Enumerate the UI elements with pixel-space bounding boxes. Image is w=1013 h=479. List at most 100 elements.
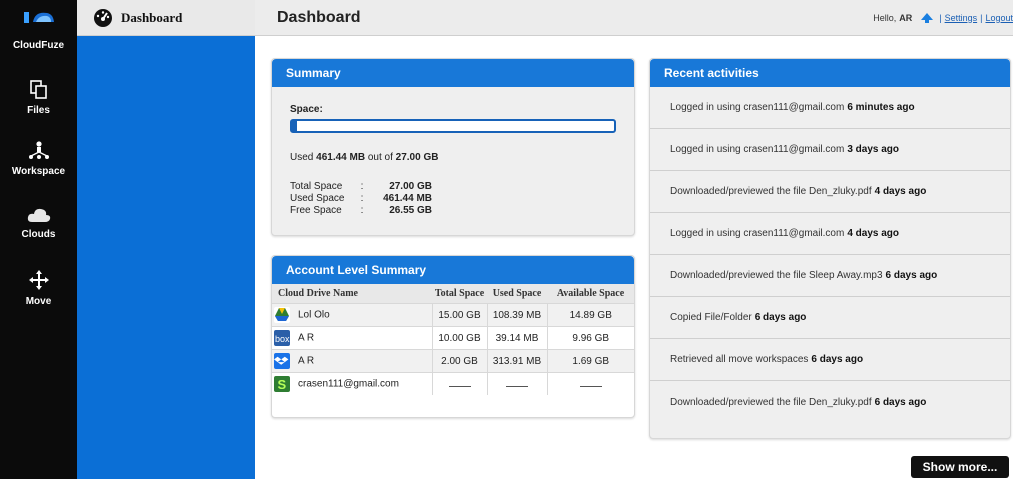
- activity-item: Retrieved all move workspaces 6 days ago: [650, 339, 1010, 381]
- files-icon: [29, 80, 47, 99]
- rail-item-label: Workspace: [11, 166, 66, 177]
- activity-time: 3 days ago: [847, 144, 900, 155]
- space-colon: :: [360, 181, 364, 192]
- rail-item-files[interactable]: Files: [0, 79, 77, 116]
- space-value: 26.55 GB: [389, 205, 432, 216]
- used-cell: [486, 372, 547, 395]
- rail-item-move[interactable]: Move: [0, 268, 77, 307]
- activity-item: Logged in using crasen111@gmail.com 6 min…: [650, 87, 1010, 129]
- rail-item-label: Clouds: [21, 229, 56, 240]
- drive-name: A R: [298, 355, 315, 367]
- drive-name: crasen111@gmail.com: [298, 378, 399, 390]
- dropbox-icon: [274, 353, 290, 369]
- col-header-name: Cloud Drive Name: [272, 284, 432, 304]
- activity-time: 4 days ago: [874, 186, 927, 197]
- drive-name-cell: A R: [272, 349, 432, 373]
- drive-name: A R: [298, 332, 315, 344]
- activity-time: 6 days ago: [874, 396, 927, 408]
- cloudfuze-logo[interactable]: [0, 0, 77, 34]
- sub-sidebar: Dashboard: [77, 0, 255, 479]
- available-cell: 1.69 GB: [546, 349, 634, 373]
- empty-dash: [448, 381, 471, 387]
- activity-text: Logged in using crasen111@gmail.com: [670, 144, 845, 155]
- rail-item-label: Move: [25, 296, 52, 307]
- settings-link[interactable]: Settings: [945, 13, 978, 23]
- header-bar: Dashboard Hello, AR | Settings | Logout: [255, 0, 1013, 36]
- table-row[interactable]: A R 2.00 GB 313.91 MB 1.69 GB: [272, 349, 634, 373]
- used-cell: 108.39 MB: [486, 303, 547, 327]
- cloudfuze-logo-icon: [23, 12, 54, 23]
- user-name: AR: [899, 12, 913, 23]
- logout-link[interactable]: Logout: [985, 13, 1013, 23]
- cloud-user-icon[interactable]: [918, 12, 936, 24]
- table-row[interactable]: box A R 10.00 GB 39.14 MB 9.96 GB: [272, 326, 634, 350]
- svg-text:box: box: [275, 334, 290, 344]
- activity-item: Downloaded/previewed the file Den_zluky.…: [650, 171, 1010, 213]
- speedometer-icon: [94, 8, 112, 27]
- space-label: Space:: [290, 104, 323, 115]
- out-of-text: out of: [367, 152, 393, 163]
- used-cell: 313.91 MB: [486, 349, 547, 373]
- table-row[interactable]: S crasen111@gmail.com: [272, 372, 634, 395]
- available-cell: 9.96 GB: [546, 326, 634, 350]
- box-icon: box: [274, 330, 290, 346]
- space-row: Free Space : 26.55 GB: [290, 205, 432, 217]
- recent-title: Recent activities: [650, 59, 1010, 87]
- used-value: 461.44 MB: [316, 152, 366, 163]
- app-rail: CloudFuze Files Workspace Clouds Move: [0, 0, 77, 479]
- summary-panel: Summary Space: Used 461.44 MB out of 27.…: [271, 58, 635, 236]
- activity-time: 4 days ago: [847, 228, 900, 239]
- space-colon: :: [360, 193, 364, 204]
- space-key: Used Space: [290, 193, 345, 204]
- activity-text: Downloaded/previewed the file Sleep Away…: [670, 270, 883, 281]
- total-cell: [431, 372, 487, 395]
- used-summary-line: Used 461.44 MB out of 27.00 GB: [290, 152, 438, 163]
- col-header-total: Total Space: [432, 284, 487, 304]
- activity-item: Logged in using crasen111@gmail.com 4 day…: [650, 213, 1010, 255]
- separator: |: [980, 12, 983, 23]
- drive-name-cell: Lol Olo: [272, 303, 432, 327]
- col-header-available: Available Space: [547, 284, 634, 304]
- space-progress-fill: [292, 121, 298, 131]
- total-value: 27.00 GB: [395, 152, 439, 163]
- empty-dash: [506, 381, 528, 387]
- available-cell: [546, 372, 634, 395]
- account-table: Cloud Drive Name Total Space Used Space …: [272, 284, 634, 395]
- activity-time: 6 days ago: [885, 270, 938, 281]
- account-summary-panel: Account Level Summary Cloud Drive Name T…: [271, 255, 635, 418]
- activity-time: 6 days ago: [811, 354, 864, 365]
- rail-item-clouds[interactable]: Clouds: [0, 205, 77, 240]
- svg-text:S: S: [278, 377, 287, 392]
- activity-time: 6 minutes ago: [847, 102, 915, 113]
- activity-text: Logged in using crasen111@gmail.com: [670, 228, 845, 239]
- drive-name: Lol Olo: [298, 309, 330, 321]
- activity-item: Logged in using crasen111@gmail.com 3 day…: [650, 129, 1010, 171]
- account-summary-title: Account Level Summary: [272, 256, 634, 284]
- workspace-icon: [28, 141, 49, 159]
- col-header-used: Used Space: [487, 284, 547, 304]
- summary-title: Summary: [272, 59, 634, 87]
- available-cell: 14.89 GB: [546, 303, 634, 327]
- show-more-button[interactable]: Show more...: [911, 456, 1009, 478]
- table-row[interactable]: Lol Olo 15.00 GB 108.39 MB 14.89 GB: [272, 303, 634, 327]
- user-menu: Hello, AR | Settings | Logout: [873, 12, 1013, 24]
- space-value: 27.00 GB: [389, 181, 432, 192]
- activity-item: Downloaded/previewed the file Den_zluky.…: [650, 381, 1010, 423]
- move-icon: [28, 270, 49, 290]
- separator: |: [939, 12, 942, 23]
- space-colon: :: [360, 205, 364, 216]
- sidebar-item-dashboard[interactable]: Dashboard: [77, 0, 255, 36]
- google-drive-icon: [274, 307, 290, 323]
- rail-item-label: Files: [27, 105, 50, 116]
- used-prefix: Used: [290, 152, 314, 163]
- sidebar-item-label: Dashboard: [121, 9, 183, 25]
- activity-text: Downloaded/previewed the file Den_zluky.…: [670, 186, 872, 197]
- activity-text: Downloaded/previewed the file Den_zluky.…: [670, 396, 872, 408]
- total-cell: 10.00 GB: [431, 326, 487, 350]
- rail-item-workspace[interactable]: Workspace: [0, 140, 77, 177]
- empty-dash: [579, 381, 602, 387]
- activity-text: Retrieved all move workspaces: [670, 354, 809, 365]
- space-key: Total Space: [290, 181, 343, 192]
- space-value: 461.44 MB: [383, 193, 432, 204]
- cloud-icon: [27, 208, 50, 222]
